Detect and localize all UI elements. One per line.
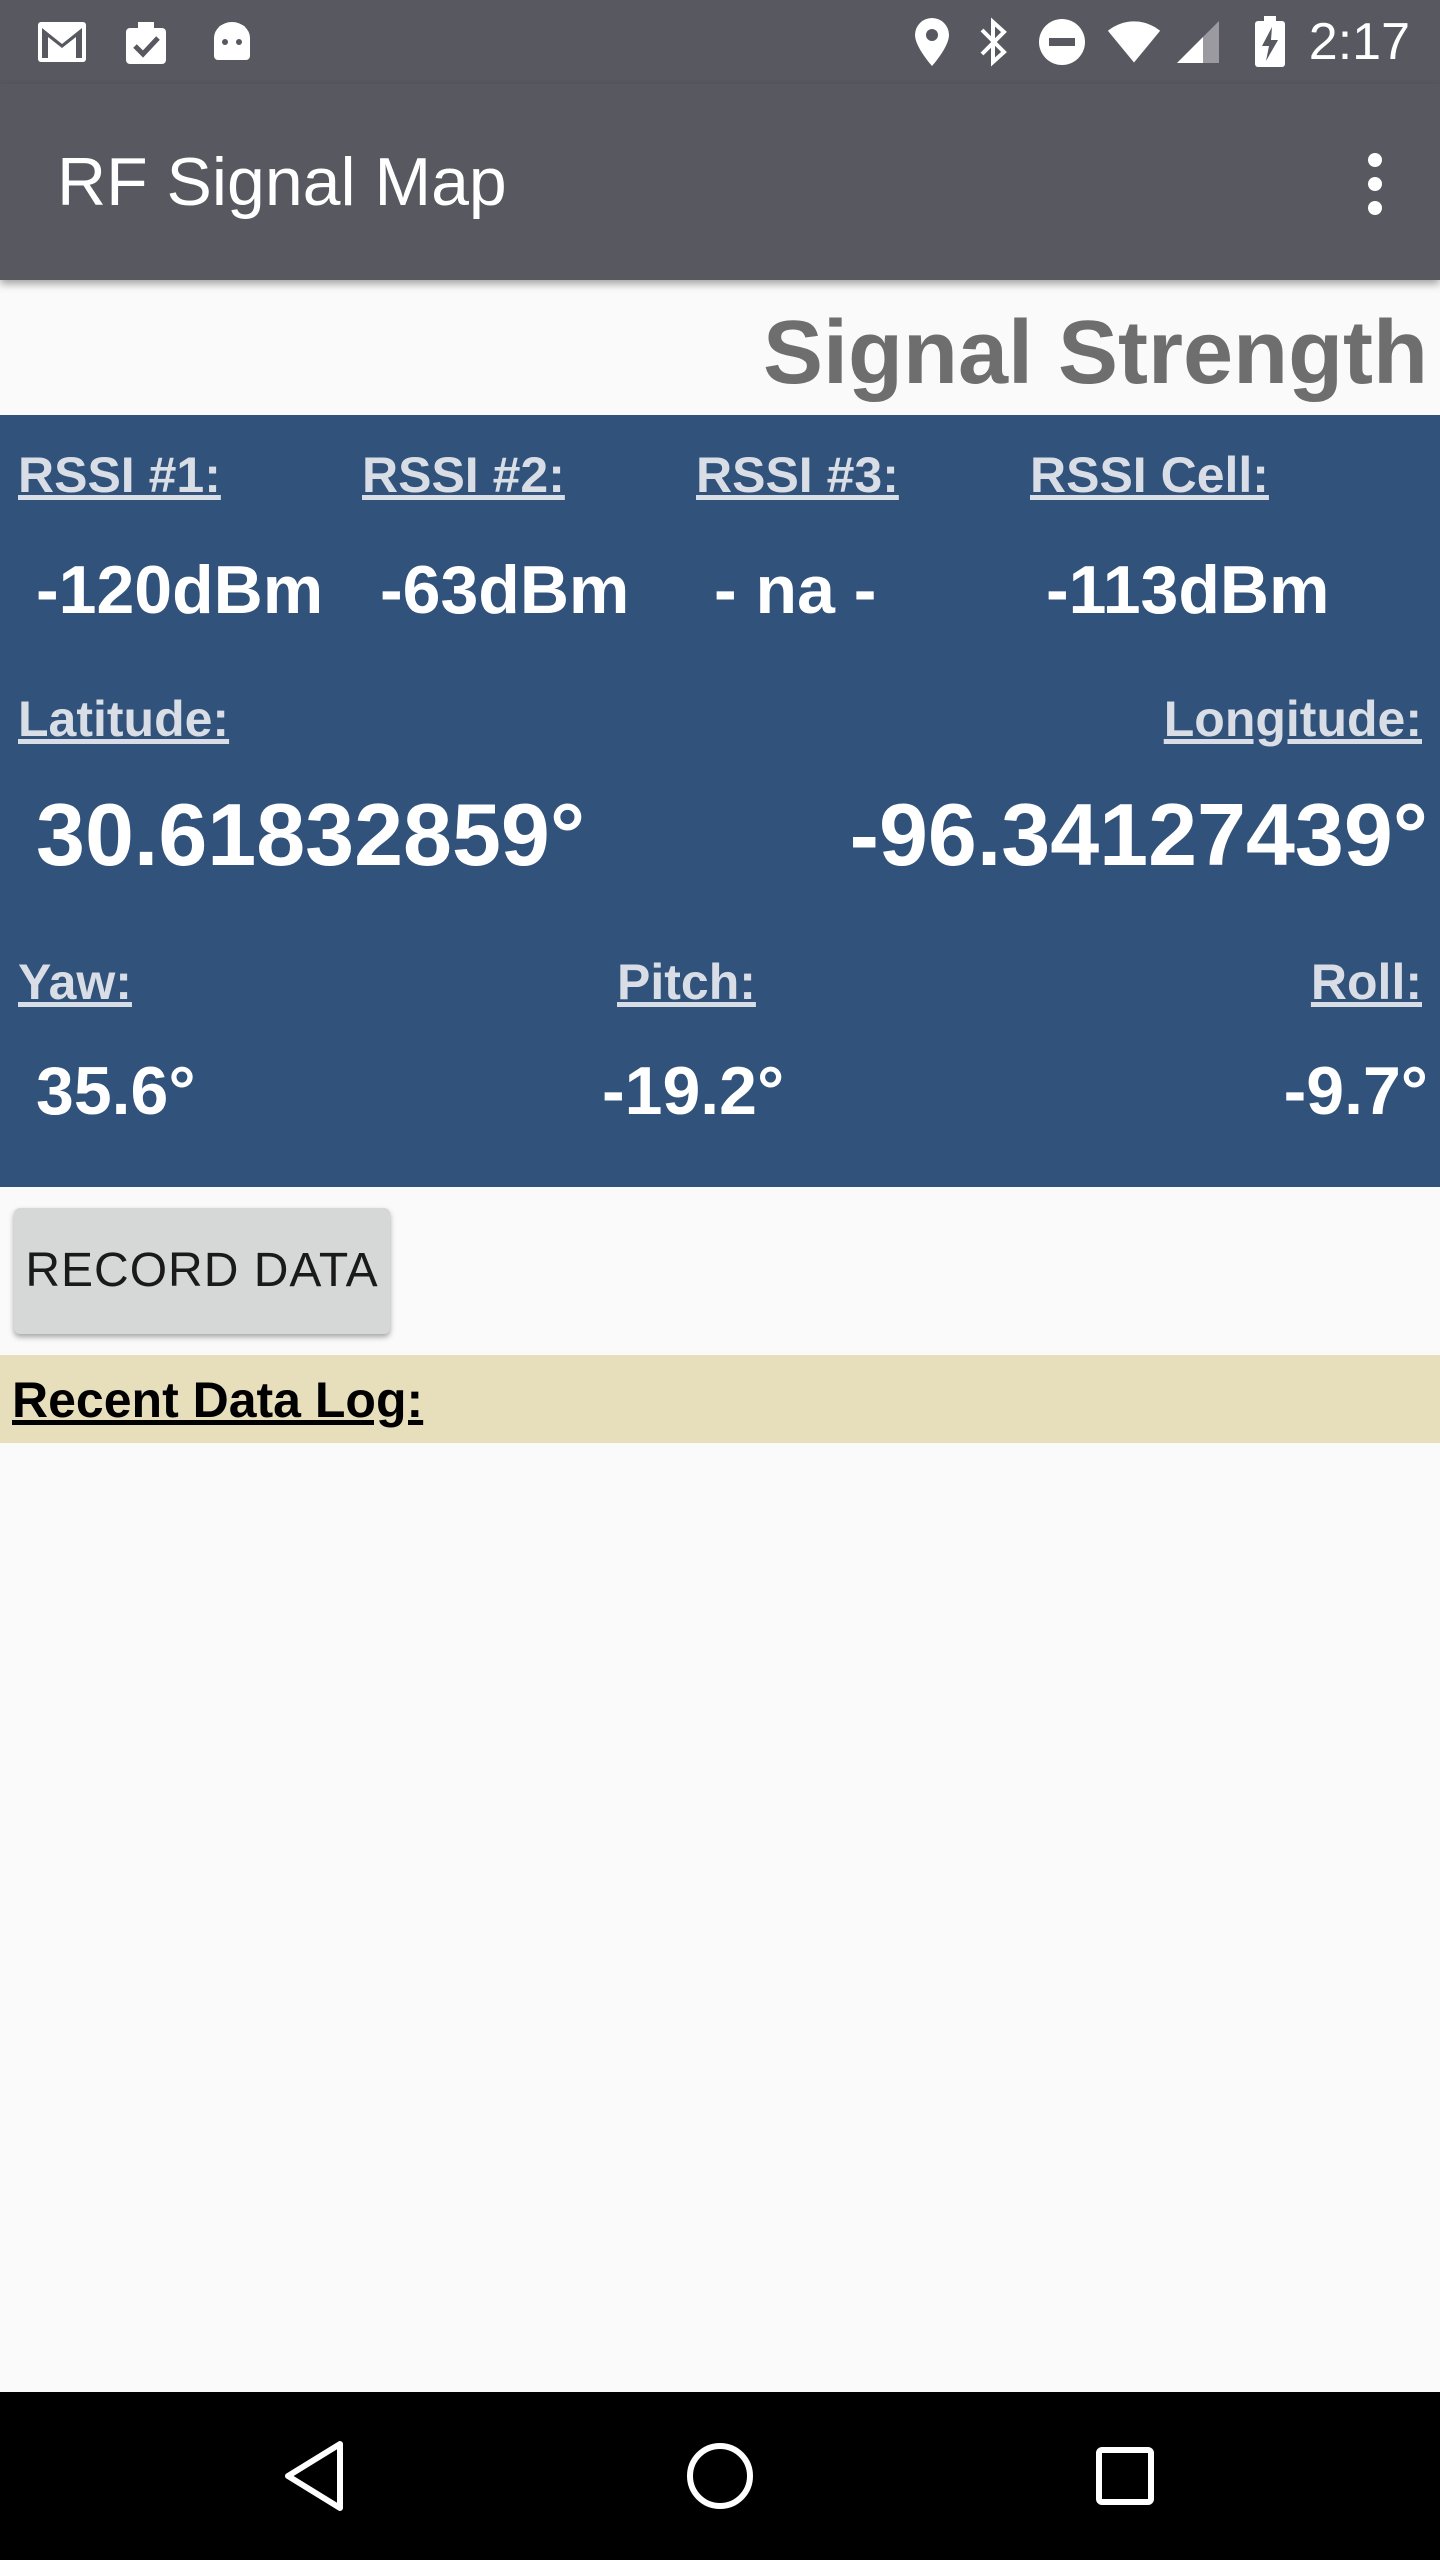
overflow-menu-icon[interactable] (1350, 144, 1400, 224)
pitch-value: -19.2° (602, 1053, 785, 1129)
do-not-disturb-icon (1034, 14, 1090, 70)
data-log-list[interactable] (0, 1443, 1440, 2392)
navigation-bar (0, 2392, 1440, 2560)
sensor-panel: RSSI #1: RSSI #2: RSSI #3: RSSI Cell: -1… (0, 415, 1440, 1187)
longitude-value: -96.34127439° (849, 785, 1428, 884)
yaw-value: 35.6° (36, 1053, 196, 1129)
rssi-cell-label: RSSI Cell: (1030, 447, 1269, 503)
latitude-value: 30.61832859° (36, 785, 586, 884)
pitch-label: Pitch: (617, 954, 756, 1010)
bluetooth-icon (966, 14, 1022, 70)
rssi-2-value: -63dBm (380, 552, 630, 628)
app-title: RF Signal Map (57, 144, 507, 220)
rssi-1-label: RSSI #1: (18, 447, 221, 503)
longitude-label: Longitude: (1163, 691, 1422, 747)
latitude-label: Latitude: (18, 691, 230, 747)
status-bar: 2:17 (0, 0, 1440, 84)
home-icon[interactable] (670, 2426, 770, 2526)
wifi-icon (1106, 14, 1162, 70)
rssi-3-label: RSSI #3: (696, 447, 899, 503)
log-title: Recent Data Log: (12, 1372, 424, 1428)
rssi-cell-value: -113dBm (1046, 552, 1330, 628)
yaw-label: Yaw: (18, 954, 132, 1010)
rssi-2-label: RSSI #2: (362, 447, 565, 503)
rssi-3-value: - na - (714, 552, 877, 628)
log-header: Recent Data Log: (0, 1355, 1440, 1443)
record-data-button[interactable]: RECORD DATA (14, 1208, 390, 1334)
cell-signal-icon (1170, 14, 1226, 70)
battery-charging-icon (1242, 14, 1298, 70)
roll-label: Roll: (1310, 954, 1422, 1010)
status-time: 2:17 (1308, 13, 1410, 71)
app-bar: RF Signal Map (0, 84, 1440, 280)
roll-value: -9.7° (1283, 1053, 1428, 1129)
recents-icon[interactable] (1075, 2426, 1175, 2526)
android-icon (204, 14, 260, 70)
rssi-1-value: -120dBm (36, 552, 324, 628)
back-icon[interactable] (265, 2426, 365, 2526)
location-icon (904, 14, 960, 70)
gmail-icon (34, 14, 90, 70)
section-title: Signal Strength (762, 303, 1428, 403)
clipboard-check-icon (118, 14, 174, 70)
